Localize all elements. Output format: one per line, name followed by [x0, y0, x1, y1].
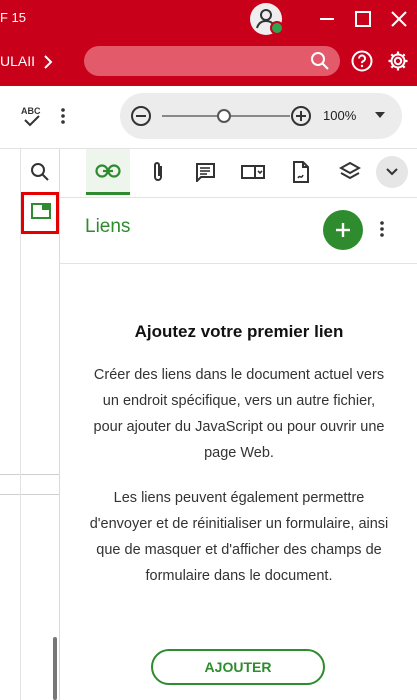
svg-text:ABC: ABC: [21, 106, 41, 116]
zoom-control: 100%: [120, 93, 402, 139]
divider: [0, 474, 20, 475]
panel-title: Liens: [85, 216, 131, 237]
account-avatar[interactable]: [250, 3, 284, 35]
menu-bar: ULAII: [0, 38, 417, 86]
gear-icon[interactable]: [387, 50, 409, 72]
zoom-slider-thumb[interactable]: [217, 109, 231, 123]
document-title: F 15: [0, 10, 27, 25]
help-icon[interactable]: [351, 50, 373, 72]
chevron-down-icon: [386, 168, 398, 176]
tab-attachments[interactable]: [136, 149, 180, 195]
panel-toggle-button[interactable]: [21, 192, 59, 234]
more-options-icon[interactable]: [58, 106, 68, 126]
empty-state-title: Ajoutez votre premier lien: [134, 322, 344, 341]
empty-state-description: Créer des liens dans le document actuel …: [93, 367, 385, 461]
zoom-value[interactable]: 100%: [323, 108, 356, 123]
zoom-in-icon[interactable]: [290, 105, 312, 127]
panel-header: Liens: [60, 197, 417, 264]
document-viewport[interactable]: [0, 149, 20, 700]
tab-form-fields[interactable]: [231, 149, 275, 195]
add-button[interactable]: AJOUTER: [151, 649, 325, 685]
more-tabs-button[interactable]: [376, 156, 408, 188]
close-button[interactable]: [386, 6, 412, 32]
link-icon: [95, 163, 121, 178]
sign-icon: [293, 161, 309, 183]
empty-state-description-2: Les liens peuvent également permettre d'…: [89, 490, 389, 584]
panel-icon: [31, 203, 51, 219]
title-bar: F 15: [0, 0, 417, 38]
search-input[interactable]: [84, 46, 340, 76]
side-rail: [20, 149, 59, 700]
divider: [21, 474, 59, 475]
add-link-button[interactable]: [323, 210, 363, 250]
spellcheck-icon[interactable]: ABC: [20, 104, 44, 130]
toolbar: ABC 100%: [0, 86, 417, 149]
paperclip-icon: [154, 162, 162, 181]
tab-sign[interactable]: [279, 149, 323, 195]
minimize-button[interactable]: [314, 6, 340, 32]
zoom-out-icon[interactable]: [130, 105, 152, 127]
links-panel: Liens Ajoutez votre premier lien Créer d…: [59, 149, 417, 700]
divider: [21, 494, 59, 495]
form-field-icon: [241, 165, 265, 179]
tab-comments[interactable]: [183, 149, 227, 195]
panel-tabs: [60, 149, 417, 198]
menu-item-label[interactable]: ULAII: [0, 53, 35, 69]
plus-icon: [336, 223, 350, 237]
search-icon: [311, 52, 329, 70]
tab-layers[interactable]: [328, 149, 372, 195]
layers-icon: [339, 161, 361, 180]
more-options-icon[interactable]: [377, 219, 387, 239]
tab-links[interactable]: [86, 149, 130, 195]
chevron-right-icon[interactable]: [40, 52, 56, 72]
maximize-button[interactable]: [350, 6, 376, 32]
scrollbar[interactable]: [53, 637, 57, 700]
comment-icon: [196, 163, 215, 182]
chevron-down-icon[interactable]: [374, 110, 386, 120]
divider: [0, 494, 20, 495]
search-icon[interactable]: [29, 161, 51, 183]
presence-indicator: [270, 21, 284, 35]
